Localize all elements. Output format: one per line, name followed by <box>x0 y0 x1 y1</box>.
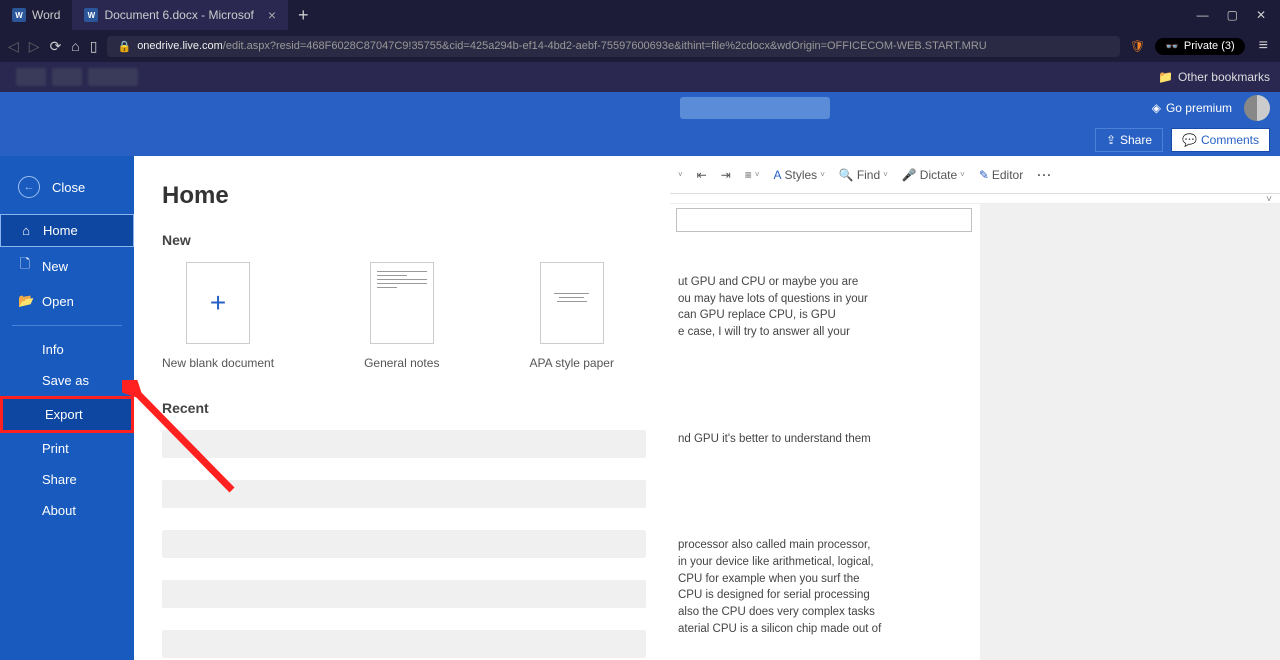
doc-text: ou may have lots of questions in your <box>678 291 966 308</box>
close-file-menu[interactable]: ← Close <box>0 166 134 214</box>
avatar[interactable] <box>1244 95 1270 121</box>
other-bookmarks[interactable]: 📁 Other bookmarks <box>1158 70 1270 84</box>
more-button[interactable]: ··· <box>1037 168 1052 182</box>
doc-text: processor also called main processor, <box>678 537 966 554</box>
template-apa[interactable]: APA style paper <box>529 262 614 370</box>
divider <box>12 325 122 326</box>
doc-text: e case, I will try to answer all your <box>678 324 966 341</box>
word-icon: W <box>84 8 98 22</box>
align-button[interactable]: ≡˅ <box>745 168 760 182</box>
comments-button[interactable]: 💬 Comments <box>1171 128 1270 152</box>
bookmark-item[interactable] <box>88 68 138 86</box>
page-title: Home <box>162 182 646 210</box>
recent-item-placeholder <box>162 480 646 508</box>
address-field[interactable]: 🔒 onedrive.live.com/edit.aspx?resid=468F… <box>107 36 1119 57</box>
word-icon: W <box>12 8 26 22</box>
outdent-button[interactable]: ⇤ <box>697 168 707 182</box>
folder-open-icon: 📂 <box>18 293 32 309</box>
indent-button[interactable]: ⇥ <box>721 168 731 182</box>
editor-toolbar: ˅ ⇤ ⇥ ≡˅ AStyles˅ 🔍Find˅ 🎤Dictate˅ ✎Edit… <box>670 156 1280 194</box>
go-premium-button[interactable]: ◈ Go premium <box>1152 101 1232 115</box>
tab-document[interactable]: W Document 6.docx - Microsof × <box>72 0 288 30</box>
bookmark-item[interactable] <box>16 68 46 86</box>
close-icon[interactable]: × <box>268 7 276 23</box>
browser-tab-strip: W Word W Document 6.docx - Microsof × + … <box>0 0 1280 30</box>
tab-word[interactable]: W Word <box>0 0 72 30</box>
recent-item-placeholder <box>162 580 646 608</box>
shield-icon[interactable]: 🛡 <box>1130 39 1145 53</box>
tab-label: Word <box>32 8 60 22</box>
menu-home[interactable]: ⌂ Home <box>0 214 134 247</box>
recent-item-placeholder <box>162 430 646 458</box>
close-window-button[interactable]: ✕ <box>1256 8 1266 22</box>
menu-print[interactable]: Print <box>0 433 134 464</box>
menu-open[interactable]: 📂 Open <box>0 285 134 317</box>
menu-share[interactable]: Share <box>0 464 134 495</box>
doc-text: in your device like arithmetical, logica… <box>678 554 966 571</box>
home-icon: ⌂ <box>19 223 33 238</box>
menu-button[interactable]: ≡ <box>1255 37 1272 55</box>
chevron-down-icon[interactable]: ˅ <box>678 170 683 179</box>
menu-export[interactable]: Export <box>0 396 134 433</box>
forward-button[interactable]: ▷ <box>29 38 40 55</box>
folder-icon: 📁 <box>1158 70 1173 84</box>
share-button[interactable]: ⇪ Share <box>1095 128 1163 152</box>
file-menu-sidebar: ← Close ⌂ Home 🗋 New 📂 Open Info Save as… <box>0 156 134 660</box>
lock-icon: 🔒 <box>117 40 131 53</box>
section-recent: Recent <box>162 400 646 416</box>
plus-icon: + <box>210 287 226 319</box>
recent-item-placeholder <box>162 530 646 558</box>
tab-label: Document 6.docx - Microsof <box>104 8 253 22</box>
home-panel: Home New + New blank document General no… <box>134 156 670 660</box>
word-ribbon-right: ⇪ Share 💬 Comments <box>0 124 1280 156</box>
maximize-button[interactable]: ▢ <box>1227 8 1238 22</box>
word-title-bar: ◈ Go premium <box>0 92 1280 124</box>
document-title-input[interactable] <box>676 208 972 232</box>
document-canvas[interactable]: ut GPU and CPU or maybe you are ou may h… <box>670 204 1280 660</box>
bookmarks-bar: 📁 Other bookmarks <box>0 62 1280 92</box>
window-controls: ― ▢ ✕ <box>1197 8 1280 22</box>
diamond-icon: ◈ <box>1152 101 1161 115</box>
bookmark-item[interactable] <box>52 68 82 86</box>
doc-text: CPU for example when you surf the <box>678 571 966 588</box>
find-dropdown[interactable]: 🔍Find˅ <box>839 168 888 182</box>
doc-text: can GPU replace CPU, is GPU <box>678 307 966 324</box>
incognito-icon: 👓 <box>1165 40 1179 53</box>
search-input[interactable] <box>680 97 830 119</box>
styles-dropdown[interactable]: AStyles˅ <box>773 168 824 182</box>
private-badge[interactable]: 👓 Private (3) <box>1155 38 1244 55</box>
menu-new[interactable]: 🗋 New <box>0 247 134 285</box>
template-row: + New blank document General notes APA s… <box>162 262 646 370</box>
url-bar: ◁ ▷ ⟳ ⌂ ▯ 🔒 onedrive.live.com/edit.aspx?… <box>0 30 1280 62</box>
home-button[interactable]: ⌂ <box>71 38 79 54</box>
bookmark-icon[interactable]: ▯ <box>90 38 98 55</box>
doc-text: ut GPU and CPU or maybe you are <box>678 274 966 291</box>
share-icon: ⇪ <box>1106 133 1116 147</box>
section-new: New <box>162 232 646 248</box>
document-page[interactable]: ut GPU and CPU or maybe you are ou may h… <box>670 204 980 660</box>
reload-button[interactable]: ⟳ <box>50 38 62 55</box>
template-general-notes[interactable]: General notes <box>364 262 439 370</box>
template-blank[interactable]: + New blank document <box>162 262 274 370</box>
doc-text: nd GPU it's better to understand them <box>678 431 966 448</box>
back-arrow-icon: ← <box>18 176 40 198</box>
doc-text: CPU is designed for serial processing <box>678 587 966 604</box>
dictate-dropdown[interactable]: 🎤Dictate˅ <box>902 168 965 182</box>
ribbon-collapse[interactable]: ˅ <box>670 194 1280 204</box>
doc-text: also the CPU does very complex tasks <box>678 604 966 621</box>
menu-save-as[interactable]: Save as <box>0 365 134 396</box>
back-button[interactable]: ◁ <box>8 38 19 55</box>
minimize-button[interactable]: ― <box>1197 8 1209 22</box>
document-icon: 🗋 <box>18 255 32 277</box>
main-area: ← Close ⌂ Home 🗋 New 📂 Open Info Save as… <box>0 156 1280 660</box>
menu-about[interactable]: About <box>0 495 134 526</box>
recent-item-placeholder <box>162 630 646 658</box>
new-tab-button[interactable]: + <box>288 5 319 26</box>
menu-info[interactable]: Info <box>0 334 134 365</box>
url-text: onedrive.live.com/edit.aspx?resid=468F60… <box>137 40 987 52</box>
doc-text: aterial CPU is a silicon chip made out o… <box>678 621 966 638</box>
editor-button[interactable]: ✎Editor <box>979 168 1023 182</box>
document-view: ˅ ⇤ ⇥ ≡˅ AStyles˅ 🔍Find˅ 🎤Dictate˅ ✎Edit… <box>670 156 1280 660</box>
comment-icon: 💬 <box>1182 133 1197 147</box>
